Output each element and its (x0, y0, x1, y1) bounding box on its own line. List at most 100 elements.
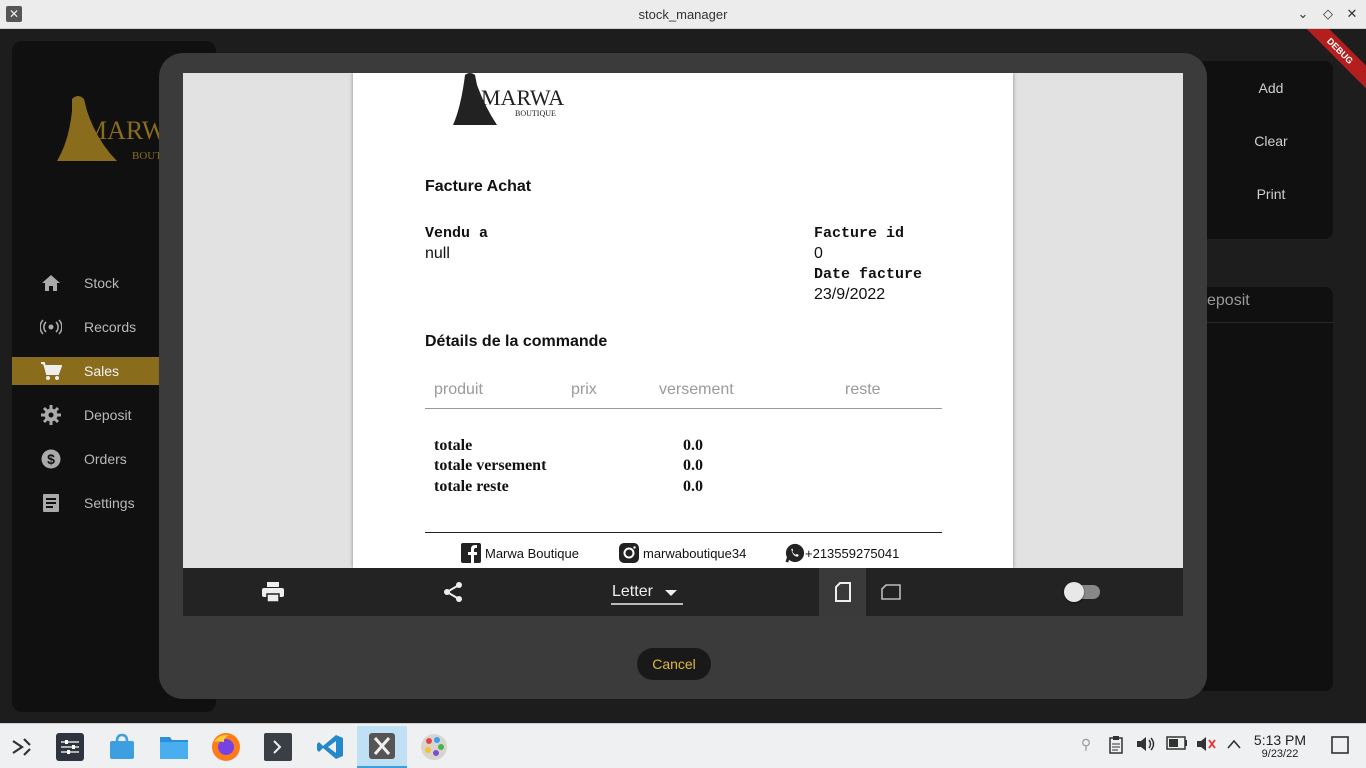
taskbar-krita[interactable] (416, 729, 452, 765)
app-launcher-button[interactable] (4, 729, 40, 765)
settings-app-icon (56, 733, 84, 761)
svg-text:MARW: MARW (84, 116, 167, 145)
maximize-button[interactable]: ◇ (1319, 5, 1337, 23)
landscape-icon (880, 584, 901, 600)
column-produit: produit (434, 381, 483, 398)
window-titlebar: ✕ stock_manager ⌄ ◇ ✕ (0, 0, 1366, 29)
clock-time: 5:13 PM (1253, 732, 1307, 748)
mute-tray-icon[interactable] (1196, 736, 1216, 756)
cart-icon (40, 360, 62, 382)
portrait-icon (834, 582, 851, 602)
printer-button[interactable] (253, 568, 293, 616)
footer-facebook: Marwa Boutique (461, 543, 579, 563)
broadcast-icon (40, 316, 62, 338)
taskbar-discover[interactable] (104, 729, 140, 765)
paper-size-label: Letter (612, 583, 653, 600)
terminal-icon (264, 733, 292, 761)
share-button[interactable] (433, 568, 473, 616)
column-prix: prix (571, 381, 597, 398)
sidebar-item-label: Records (84, 319, 137, 335)
paper-size-select[interactable]: Letter (611, 568, 683, 616)
print-preview[interactable]: MARWA BOUTIQUE Facture Achat Vendu a nul… (183, 73, 1183, 568)
show-desktop-button[interactable] (1330, 736, 1350, 756)
svg-text:$: $ (47, 451, 55, 467)
toggle-track (1064, 582, 1100, 602)
store-icon (110, 733, 134, 759)
battery-tray-icon[interactable] (1166, 736, 1187, 756)
sidebar-item-label: Settings (84, 495, 135, 511)
taskbar-files[interactable] (156, 729, 192, 765)
svg-text:BOUT: BOUT (132, 150, 162, 162)
toggle-switch[interactable] (1061, 568, 1105, 616)
column-reste: reste (845, 381, 881, 398)
list-icon (40, 492, 62, 514)
vscode-icon (317, 735, 343, 759)
taskbar-settings[interactable] (52, 729, 88, 765)
user-tray-icon[interactable]: ⚲ (1076, 736, 1096, 756)
x-app-icon (369, 733, 395, 759)
portrait-button[interactable] (819, 568, 866, 616)
sidebar-item-label: Stock (84, 275, 120, 291)
svg-text:MARWA: MARWA (481, 85, 564, 110)
footer-whatsapp: +213559275041 (785, 543, 899, 563)
landscape-button[interactable] (867, 568, 914, 616)
paper-size-value: Letter (611, 579, 683, 605)
column-versement: versement (659, 381, 734, 398)
taskbar-stock-manager[interactable] (357, 726, 407, 768)
cancel-button[interactable]: Cancel (637, 648, 711, 680)
debug-banner-wrap: DEBUG (1306, 29, 1366, 89)
taskbar-terminal[interactable] (260, 729, 296, 765)
instagram-icon (619, 543, 639, 563)
expand-tray-icon[interactable] (1224, 736, 1244, 756)
deposit-header: eposit (1197, 287, 1333, 323)
clear-button[interactable]: Clear (1197, 114, 1333, 167)
whatsapp-icon (785, 543, 805, 563)
printer-icon (262, 582, 284, 602)
clock-date: 9/23/22 (1261, 748, 1299, 760)
total-remaining-value: 0.0 (683, 478, 703, 495)
table-divider (425, 408, 942, 409)
taskbar-firefox[interactable] (208, 729, 244, 765)
dollar-icon: $ (40, 448, 62, 470)
marwa-boutique-logo: MARWA BOUTIQUE (453, 73, 564, 125)
taskbar: ⚲ 5:13 PM 9/23/22 (0, 723, 1366, 768)
launcher-icon (12, 738, 31, 756)
sidebar-item-label: Sales (84, 363, 120, 379)
gear-icon (40, 404, 62, 426)
close-button[interactable]: ✕ (1343, 5, 1361, 23)
invoice-id-label: Facture id (814, 225, 905, 242)
print-button[interactable]: Print (1197, 167, 1333, 220)
facebook-icon (461, 543, 481, 563)
footer-instagram: marwaboutique34 (619, 543, 746, 563)
volume-tray-icon[interactable] (1136, 736, 1156, 756)
order-details-title: Détails de la commande (425, 333, 608, 350)
svg-text:BOUTIQUE: BOUTIQUE (515, 109, 556, 118)
print-dialog: MARWA BOUTIQUE Facture Achat Vendu a nul… (159, 53, 1207, 699)
taskbar-vscode[interactable] (312, 729, 348, 765)
folder-icon (160, 737, 188, 759)
clipboard-tray-icon[interactable] (1106, 736, 1126, 756)
instagram-text: marwaboutique34 (643, 545, 747, 561)
toggle-thumb (1064, 582, 1084, 602)
invoice-page: MARWA BOUTIQUE Facture Achat Vendu a nul… (353, 73, 1013, 568)
deposit-panel: eposit (1197, 287, 1333, 691)
total-payment-label: totale versement (434, 457, 547, 474)
sold-to-value: null (425, 245, 450, 262)
facebook-text: Marwa Boutique (485, 545, 579, 561)
total-label: totale (434, 437, 473, 454)
sidebar-item-label: Orders (84, 451, 127, 467)
whatsapp-text: +213559275041 (805, 545, 900, 561)
sold-to-label: Vendu a (425, 225, 489, 242)
palette-icon (421, 734, 447, 760)
invoice-date-label: Date facture (814, 266, 923, 283)
total-value: 0.0 (683, 437, 703, 454)
sidebar-item-label: Deposit (84, 407, 132, 423)
total-payment-value: 0.0 (683, 457, 703, 474)
footer-divider (425, 532, 942, 533)
firefox-icon (212, 733, 240, 761)
minimize-button[interactable]: ⌄ (1294, 5, 1312, 23)
invoice-title: Facture Achat (425, 178, 532, 195)
invoice-date-value: 23/9/2022 (814, 286, 886, 303)
print-toolbar: Letter (183, 568, 1183, 616)
clock[interactable]: 5:13 PM 9/23/22 (1248, 732, 1312, 760)
